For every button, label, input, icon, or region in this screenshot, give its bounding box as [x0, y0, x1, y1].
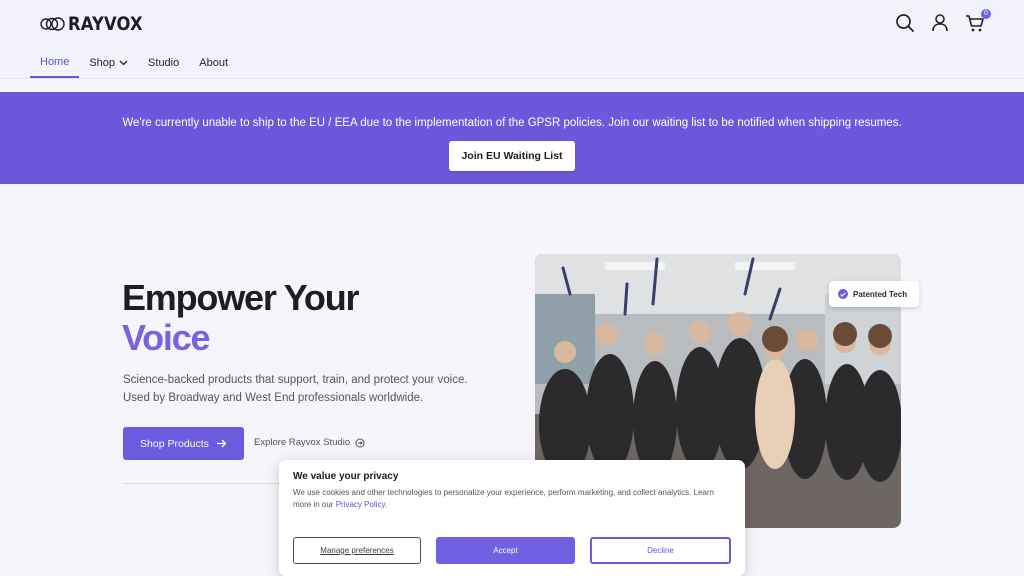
nav-home[interactable]: Home	[30, 48, 80, 78]
brand-name: RAYVOX	[68, 13, 143, 35]
nav-studio[interactable]: Studio	[138, 48, 189, 78]
cookie-text: We use cookies and other technologies to…	[293, 488, 714, 509]
hero-title: Empower Your Voice	[122, 277, 360, 358]
arrow-right-icon	[216, 439, 227, 448]
account-icon[interactable]	[929, 12, 951, 34]
accept-button[interactable]: Accept	[436, 537, 575, 564]
nav-shop[interactable]: Shop	[79, 48, 138, 78]
logo-rings-icon	[40, 17, 65, 31]
join-waiting-list-button[interactable]: Join EU Waiting List	[449, 141, 575, 171]
shop-products-label: Shop Products	[140, 437, 209, 450]
chevron-down-icon	[119, 60, 128, 66]
hero-subtitle: Science-backed products that support, tr…	[123, 374, 468, 404]
decline-button[interactable]: Decline	[590, 537, 731, 564]
cookie-title: We value your privacy	[293, 471, 399, 482]
hero-title-line1: Empower Your	[122, 277, 360, 318]
nav-about[interactable]: About	[189, 48, 238, 78]
explore-studio-link[interactable]: Explore Rayvox Studio	[254, 437, 365, 448]
check-icon	[838, 289, 848, 299]
manage-preferences-button[interactable]: Manage preferences	[293, 537, 421, 564]
shop-products-button[interactable]: Shop Products	[123, 427, 244, 460]
main-nav: Home Shop Studio About	[30, 48, 238, 78]
hero-divider	[123, 483, 283, 484]
site-header: RAYVOX 0 Home Shop Studio About	[0, 0, 1024, 79]
header-actions: 0	[894, 9, 991, 34]
brand-logo[interactable]: RAYVOX	[40, 12, 155, 36]
cart-icon[interactable]: 0	[964, 9, 991, 34]
patented-tech-badge: Patented Tech	[829, 281, 919, 307]
explore-studio-label: Explore Rayvox Studio	[254, 437, 351, 448]
circle-arrow-icon	[355, 438, 365, 447]
search-icon[interactable]	[894, 12, 916, 34]
hero-title-line2: Voice	[122, 317, 211, 358]
cookie-consent-dialog: We value your privacy We use cookies and…	[279, 460, 745, 576]
nav-shop-label: Shop	[89, 56, 116, 69]
cart-count-badge: 0	[981, 9, 991, 19]
banner-text: We're currently unable to ship to the EU…	[122, 117, 902, 129]
badge-label: Patented Tech	[853, 289, 908, 299]
privacy-policy-link[interactable]: Privacy Policy	[336, 500, 385, 509]
